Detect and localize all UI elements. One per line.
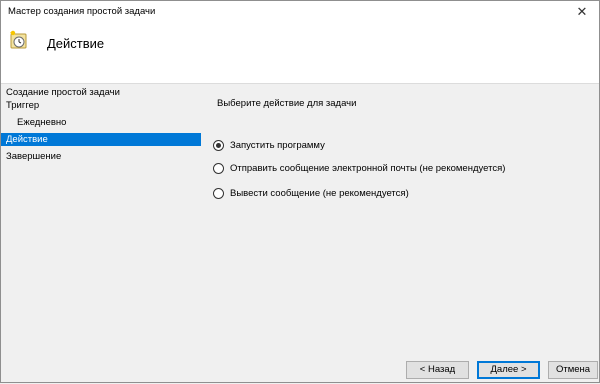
step-finish: Завершение	[1, 150, 201, 163]
close-button[interactable]: ✕	[565, 1, 599, 23]
step-label: Завершение	[6, 151, 62, 162]
scheduled-task-clock-icon	[10, 30, 27, 49]
option-label: Отправить сообщение электронной почты (н…	[230, 162, 506, 174]
page-title: Действие	[47, 36, 105, 51]
step-label: Ежедневно	[17, 117, 67, 128]
next-button[interactable]: Далее >	[477, 361, 540, 379]
step-label: Создание простой задачи	[6, 87, 120, 98]
section-label: Выберите действие для задачи	[217, 98, 357, 109]
wizard-header: Действие	[1, 23, 599, 84]
wizard-window: Мастер создания простой задачи ✕ Действи…	[0, 0, 600, 383]
step-label: Действие	[6, 134, 48, 145]
title-bar: Мастер создания простой задачи ✕	[1, 1, 599, 23]
close-icon: ✕	[576, 4, 588, 19]
radio-button[interactable]	[213, 187, 224, 199]
option-start-program[interactable]: Запустить программу	[213, 138, 325, 152]
option-label: Запустить программу	[230, 139, 325, 151]
option-show-message[interactable]: Вывести сообщение (не рекомендуется)	[213, 186, 409, 200]
step-action: Действие	[1, 133, 201, 146]
step-trigger: Триггер	[1, 99, 201, 112]
radio-button[interactable]	[213, 162, 224, 174]
action-panel: Выберите действие для задачи Запустить п…	[206, 84, 598, 354]
back-button[interactable]: < Назад	[406, 361, 469, 379]
steps-pane: Создание простой задачи Триггер Ежедневн…	[1, 84, 201, 384]
radio-button[interactable]	[213, 139, 224, 151]
step-label: Триггер	[6, 100, 40, 111]
option-send-email[interactable]: Отправить сообщение электронной почты (н…	[213, 161, 505, 175]
step-create-task: Создание простой задачи	[1, 86, 201, 99]
cancel-button[interactable]: Отмена	[548, 361, 598, 379]
step-daily: Ежедневно	[1, 116, 201, 129]
window-title: Мастер создания простой задачи	[8, 6, 156, 17]
option-label: Вывести сообщение (не рекомендуется)	[230, 187, 409, 199]
